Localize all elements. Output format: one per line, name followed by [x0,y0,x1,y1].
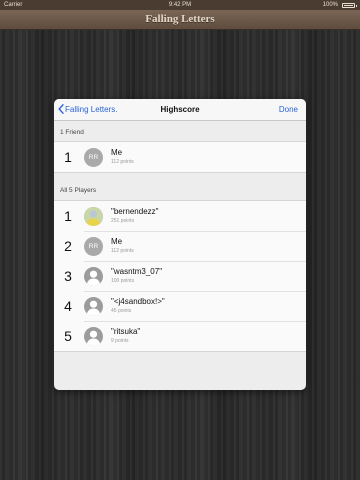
player-name: Me [111,148,123,157]
player-name: "ritsuka" [111,327,141,336]
avatar-initials: RR [88,243,99,250]
person-silhouette-icon [84,327,103,346]
avatar-initials: RR [88,154,99,161]
clock: 9:42 PM [168,2,192,8]
person-silhouette-icon [84,267,103,286]
avatar: RR [84,237,103,256]
player-rank: 1 [64,149,72,165]
player-name: "wasntm3_07" [111,267,163,276]
app-title: Falling Letters [145,13,215,25]
player-points: 251 points [111,218,135,224]
friends-list: 1 RR Me 112 points [54,141,306,173]
popover-nav-bar: Falling Letters. Highscore Done [54,99,306,121]
battery-percentage: 100% [322,2,338,8]
player-rank: 5 [64,328,72,344]
battery-icon [342,2,357,8]
avatar-photo [84,207,103,226]
player-name: "bernendezz" [111,207,159,216]
player-points: 9 points [111,338,129,344]
player-rank: 3 [64,268,72,284]
player-name: "<j4sandbox!>" [111,297,165,306]
player-points: 100 points [111,278,135,284]
player-points: 112 points [111,159,134,165]
player-row[interactable]: 5 "ritsuka" 9 points [54,321,306,351]
players-list: 1 "bernendezz" 251 points 2 RR Me 112 points 3 "… [54,200,306,352]
player-rank: 2 [64,238,72,254]
player-points: 112 points [111,248,134,254]
highscore-popover: Falling Letters. Highscore Done 1 Friend… [54,99,306,390]
player-row[interactable]: 2 RR Me 112 points [54,231,306,261]
player-row[interactable]: 3 "wasntm3_07" 100 points [54,261,306,291]
player-row[interactable]: 1 RR Me 112 points [54,142,306,172]
popover-title: Highscore [160,105,200,114]
app-header: Falling Letters [0,10,360,30]
player-rank: 4 [64,298,72,314]
section-header-friends: 1 Friend [60,129,84,136]
player-row[interactable]: 1 "bernendezz" 251 points [54,201,306,231]
status-bar: Carrier 9:42 PM 100% [0,0,360,10]
player-rank: 1 [64,208,72,224]
person-silhouette-icon [84,297,103,316]
player-points: 45 points [111,308,132,314]
player-name: Me [111,237,123,246]
player-row[interactable]: 4 "<j4sandbox!>" 45 points [54,291,306,321]
section-header-players: All 5 Players [60,187,97,194]
done-button[interactable]: Done [279,99,298,120]
avatar: RR [84,148,103,167]
